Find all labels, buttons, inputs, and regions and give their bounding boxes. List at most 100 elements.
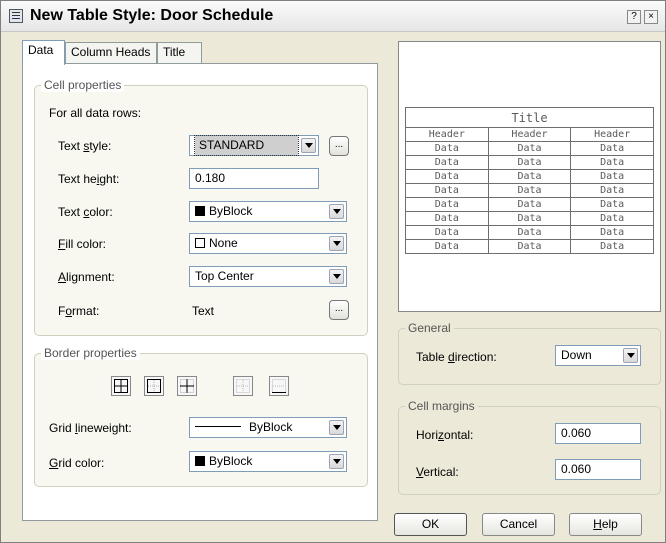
preview-header-cell: Header <box>570 127 654 142</box>
text-style-select[interactable]: STANDARD <box>189 135 319 156</box>
tab-data[interactable]: Data <box>22 40 65 65</box>
table-direction-value: Down <box>561 348 592 362</box>
new-table-style-dialog: New Table Style: Door Schedule ? × Data … <box>0 0 666 543</box>
text-height-input[interactable]: 0.180 <box>189 168 319 189</box>
chevron-down-icon <box>329 204 344 219</box>
bottom-border-icon <box>272 379 286 393</box>
tab-column-heads[interactable]: Column Heads <box>65 42 157 63</box>
color-swatch <box>195 206 205 216</box>
preview-data-cell: Data <box>487 183 572 198</box>
preview-data-cell: Data <box>487 211 572 226</box>
preview-header-cell: Header <box>487 127 572 142</box>
preview-header-cell: Header <box>405 127 489 142</box>
preview-data-cell: Data <box>405 141 489 156</box>
tab-title[interactable]: Title <box>157 42 202 63</box>
horizontal-margin-input[interactable]: 0.060 <box>555 423 641 444</box>
text-style-browse-button[interactable]: ... <box>329 136 349 156</box>
preview-data-cell: Data <box>487 239 572 254</box>
preview-data-cell: Data <box>570 169 654 184</box>
alignment-label: Alignment: <box>58 270 115 284</box>
cell-margins-group: Cell margins <box>398 399 661 495</box>
preview-data-cell: Data <box>487 141 572 156</box>
general-legend: General <box>405 321 454 335</box>
cancel-button[interactable]: Cancel <box>482 513 555 536</box>
chevron-down-icon <box>301 138 316 153</box>
table-preview: Title Header Header Header Data Data Data D… <box>398 41 661 312</box>
inside-borders-icon <box>180 379 194 393</box>
for-all-data-rows-label: For all data rows: <box>49 106 142 120</box>
title-bar[interactable]: New Table Style: Door Schedule ? × <box>1 1 665 32</box>
table-direction-label: Table direction: <box>416 350 497 364</box>
grid-lineweight-value: ByBlock <box>249 420 293 434</box>
text-color-value: ByBlock <box>209 204 253 218</box>
preview-data-cell: Data <box>405 211 489 226</box>
outside-borders-icon <box>147 379 161 393</box>
preview-data-cell: Data <box>570 155 654 170</box>
chevron-down-icon <box>329 236 344 251</box>
format-browse-button[interactable]: ... <box>329 300 349 320</box>
chevron-down-icon <box>329 269 344 284</box>
all-borders-icon <box>114 379 128 393</box>
cell-properties-legend: Cell properties <box>41 78 125 92</box>
alignment-select[interactable]: Top Center <box>189 266 347 287</box>
vertical-margin-input[interactable]: 0.060 <box>555 459 641 480</box>
chevron-down-icon <box>329 420 344 435</box>
preview-data-cell: Data <box>570 239 654 254</box>
preview-data-cell: Data <box>570 141 654 156</box>
preview-data-cell: Data <box>405 239 489 254</box>
text-style-value: STANDARD <box>194 135 299 156</box>
chevron-down-icon <box>329 454 344 469</box>
preview-data-cell: Data <box>570 225 654 240</box>
format-label: Format: <box>58 304 100 318</box>
border-properties-legend: Border properties <box>41 346 140 360</box>
fill-color-select[interactable]: None <box>189 233 347 254</box>
text-color-label: Text color: <box>58 205 113 219</box>
preview-data-cell: Data <box>405 183 489 198</box>
preview-data-cell: Data <box>570 183 654 198</box>
preview-data-cell: Data <box>405 155 489 170</box>
preview-data-cell: Data <box>405 225 489 240</box>
fill-color-label: Fill color: <box>58 237 107 251</box>
table-style-app-icon <box>9 9 23 23</box>
all-borders-button[interactable] <box>111 376 131 396</box>
format-value: Text <box>192 304 215 318</box>
color-swatch <box>195 238 205 248</box>
vertical-margin-label: Vertical: <box>416 465 459 479</box>
grid-lineweight-label: Grid lineweight: <box>49 421 132 435</box>
preview-table: Title Header Header Header Data Data Data D… <box>405 107 654 254</box>
fill-color-value: None <box>209 236 238 250</box>
preview-data-cell: Data <box>405 169 489 184</box>
no-borders-icon <box>236 379 250 393</box>
grid-lineweight-select[interactable]: ByBlock <box>189 417 347 438</box>
chevron-down-icon <box>623 348 638 363</box>
text-style-label: Text style: <box>58 139 112 153</box>
preview-title-cell: Title <box>405 107 654 128</box>
outside-borders-button[interactable] <box>144 376 164 396</box>
help-icon[interactable]: ? <box>627 10 641 24</box>
grid-color-value: ByBlock <box>209 454 253 468</box>
preview-data-cell: Data <box>570 197 654 212</box>
table-direction-select[interactable]: Down <box>555 345 641 366</box>
color-swatch <box>195 456 205 466</box>
preview-data-cell: Data <box>487 155 572 170</box>
inside-borders-button[interactable] <box>177 376 197 396</box>
bottom-border-button[interactable] <box>269 376 289 396</box>
window-title: New Table Style: Door Schedule <box>30 7 274 24</box>
text-color-select[interactable]: ByBlock <box>189 201 347 222</box>
lineweight-sample-line <box>195 426 241 427</box>
cell-margins-legend: Cell margins <box>405 399 478 413</box>
horizontal-margin-label: Horizontal: <box>416 428 474 442</box>
preview-data-cell: Data <box>487 225 572 240</box>
preview-data-cell: Data <box>570 211 654 226</box>
preview-data-cell: Data <box>487 197 572 212</box>
preview-data-cell: Data <box>487 169 572 184</box>
close-icon[interactable]: × <box>644 10 658 24</box>
grid-color-label: Grid color: <box>49 456 105 470</box>
ok-button[interactable]: OK <box>394 513 467 536</box>
grid-color-select[interactable]: ByBlock <box>189 451 347 472</box>
alignment-value: Top Center <box>195 269 254 283</box>
help-button[interactable]: Help <box>569 513 642 536</box>
text-height-label: Text height: <box>58 172 120 186</box>
no-borders-button[interactable] <box>233 376 253 396</box>
preview-data-cell: Data <box>405 197 489 212</box>
